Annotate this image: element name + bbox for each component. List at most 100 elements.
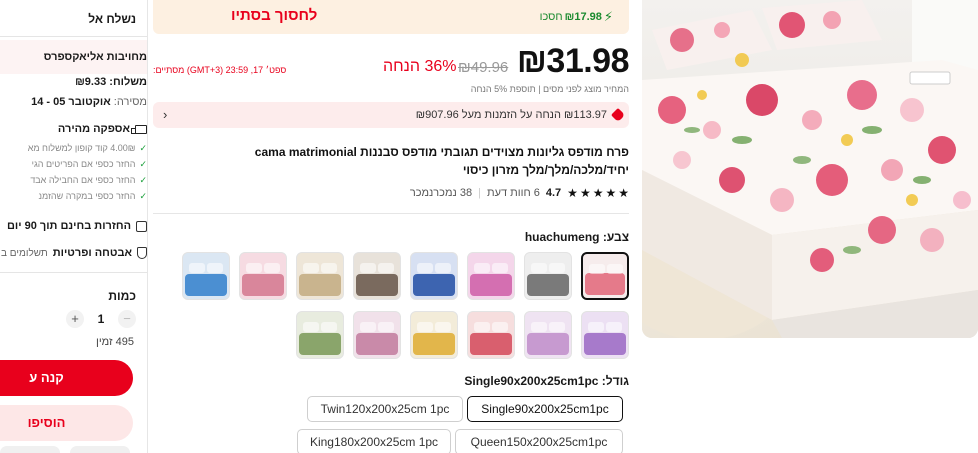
- section-divider: [153, 213, 629, 214]
- product-main-image[interactable]: [642, 0, 978, 338]
- swatch-pillow: [417, 322, 433, 332]
- tag-icon: [610, 107, 626, 123]
- size-option[interactable]: Queen150x200x25cm1pc: [455, 429, 623, 453]
- security-privacy[interactable]: אבטחה ופרטיות תשלומים ב: [1, 247, 147, 259]
- swatch-bed: [242, 274, 284, 296]
- column-divider: [147, 0, 148, 453]
- swatch-bed: [584, 333, 626, 355]
- color-swatch-yellow-floral[interactable]: [410, 311, 458, 359]
- swatch-pillow: [435, 322, 451, 332]
- size-option[interactable]: Twin120x200x25cm 1pc: [307, 396, 463, 422]
- swatch-pillow: [589, 264, 605, 274]
- list-item: ✓ החזר כספי אם הפריטים הגי: [28, 156, 147, 172]
- color-swatch-beige-floral[interactable]: [296, 252, 344, 300]
- savings-cta: לחסוך בסתיו: [231, 7, 318, 24]
- current-price: ₪31.98: [516, 42, 630, 80]
- bedsheet-illustration: [642, 0, 978, 338]
- swatch-pillow: [264, 263, 280, 273]
- sidebar-bottom-button[interactable]: [70, 446, 130, 453]
- check-icon: ✓: [139, 191, 147, 201]
- check-icon: ✓: [139, 175, 147, 185]
- swatch-pillow: [321, 263, 337, 273]
- quantity-minus-button[interactable]: −: [118, 310, 136, 328]
- savings-amount-label: חסכו: [539, 11, 563, 23]
- color-swatch-brown-pattern[interactable]: [353, 252, 401, 300]
- color-swatch-pink-blue-floral[interactable]: [353, 311, 401, 359]
- add-to-cart-button[interactable]: הוסיפו: [0, 405, 133, 441]
- quantity-label: כמות: [108, 289, 136, 303]
- fast-delivery-label: אספקה מהירה: [57, 123, 130, 135]
- list-item: ✓ החזר כספי במקרה שהזמנ: [28, 188, 147, 204]
- purchase-sidebar: נשלח אל מחויבות אליאקספרס משלוח: ₪9.33 מ…: [0, 0, 148, 453]
- shipping-value: ₪9.33: [75, 76, 107, 88]
- swatch-bed: [299, 333, 341, 355]
- shipping-cost: משלוח: ₪9.33: [75, 76, 147, 88]
- color-swatch-huachumeng[interactable]: [581, 252, 629, 300]
- delivery-value: אוקטובר 05 - 14: [31, 96, 111, 108]
- savings-banner[interactable]: לחסוך בסתיו ⚡ ₪17.98 חסכו: [153, 0, 629, 34]
- swatch-pillow: [607, 264, 623, 274]
- quantity-plus-button[interactable]: +: [66, 310, 84, 328]
- swatch-pillow: [492, 263, 508, 273]
- free-returns[interactable]: החזרות בחינם תוך 90 יום: [7, 220, 147, 232]
- swatch-bed: [356, 333, 398, 355]
- price-note: המחיר מוצג לפני מסים | תוספת 5% הנחה: [470, 84, 629, 94]
- color-label: צבע: huachumeng: [524, 230, 629, 244]
- swatch-pillow: [303, 322, 319, 332]
- quantity-stepper: + 1 −: [66, 310, 136, 328]
- list-item: ✓ 4.00₪ קוד קופון למשלוח מא: [28, 140, 147, 156]
- color-swatch-pink-heart[interactable]: [467, 252, 515, 300]
- swatch-pillow: [474, 263, 490, 273]
- color-swatch-pink-floral[interactable]: [239, 252, 287, 300]
- swatch-pillow: [246, 263, 262, 273]
- sold-count: 38 נמכרנמכר: [409, 187, 473, 199]
- free-returns-label: החזרות בחינם תוך 90 יום: [6, 220, 131, 232]
- color-swatch-green-floral[interactable]: [296, 311, 344, 359]
- color-swatch-blue-pattern[interactable]: [410, 252, 458, 300]
- savings-amount: ⚡ ₪17.98 חסכו: [540, 9, 613, 25]
- color-swatch-lavender-floral[interactable]: [524, 311, 572, 359]
- rating-value: 4.7: [545, 187, 562, 199]
- swatch-pillow: [492, 322, 508, 332]
- check-icon: ✓: [139, 159, 147, 169]
- shipping-label: משלוח:: [109, 76, 147, 88]
- star-icon: ★: [618, 186, 629, 200]
- delivery-label: מסירה:: [113, 96, 147, 108]
- swatch-pillow: [417, 263, 433, 273]
- review-count[interactable]: 6 חוות דעת: [487, 187, 540, 199]
- separator: |: [478, 187, 481, 199]
- product-title: פרח מודפס גליונות מצוידים תגובתי מודפס ס…: [254, 145, 629, 177]
- security-sub: תשלומים ב: [1, 247, 48, 259]
- rating-summary[interactable]: ★ ★ ★ ★ ★ 4.7 6 חוות דעת | 38 נמכרנמכר: [410, 186, 629, 200]
- chevron-left-icon[interactable]: ‹: [163, 107, 167, 122]
- ship-to-label[interactable]: נשלח אל: [88, 12, 136, 26]
- star-rating: ★ ★ ★ ★ ★: [567, 186, 629, 200]
- swatch-bed: [527, 333, 569, 355]
- star-icon: ★: [605, 186, 617, 200]
- swatch-bed: [527, 274, 569, 296]
- check-icon: ✓: [139, 143, 147, 153]
- size-option[interactable]: King180x200x25cm 1pc: [297, 429, 451, 453]
- swatch-pillow: [321, 322, 337, 332]
- swatch-pillow: [435, 263, 451, 273]
- swatch-pillow: [378, 322, 394, 332]
- buy-now-button[interactable]: קנה ע: [0, 360, 133, 396]
- color-swatch-purple[interactable]: [581, 311, 629, 359]
- swatch-pillow: [303, 263, 319, 273]
- color-swatch-gray-check[interactable]: [524, 252, 572, 300]
- color-swatch-blue-cartoon[interactable]: [182, 252, 230, 300]
- swatch-pillow: [360, 322, 376, 332]
- swatch-bed: [413, 274, 455, 296]
- star-icon: ★: [579, 186, 591, 200]
- color-swatch-red-floral[interactable]: [467, 311, 515, 359]
- shield-icon: [137, 247, 147, 259]
- size-option[interactable]: Single90x200x25cm1pc: [467, 396, 623, 422]
- coupon-banner[interactable]: ₪113.97 הנחה על הזמנות מעל ₪907.96 ‹: [153, 102, 629, 128]
- box-icon: [136, 220, 147, 232]
- swatch-pillow: [360, 263, 376, 273]
- discount-badge: 36% הנחה: [383, 58, 457, 75]
- swatch-bed: [470, 274, 512, 296]
- sidebar-bottom-button[interactable]: [0, 446, 60, 453]
- commitment-title: מחויבות אליאקספרס: [43, 51, 147, 63]
- star-icon: ★: [592, 186, 604, 200]
